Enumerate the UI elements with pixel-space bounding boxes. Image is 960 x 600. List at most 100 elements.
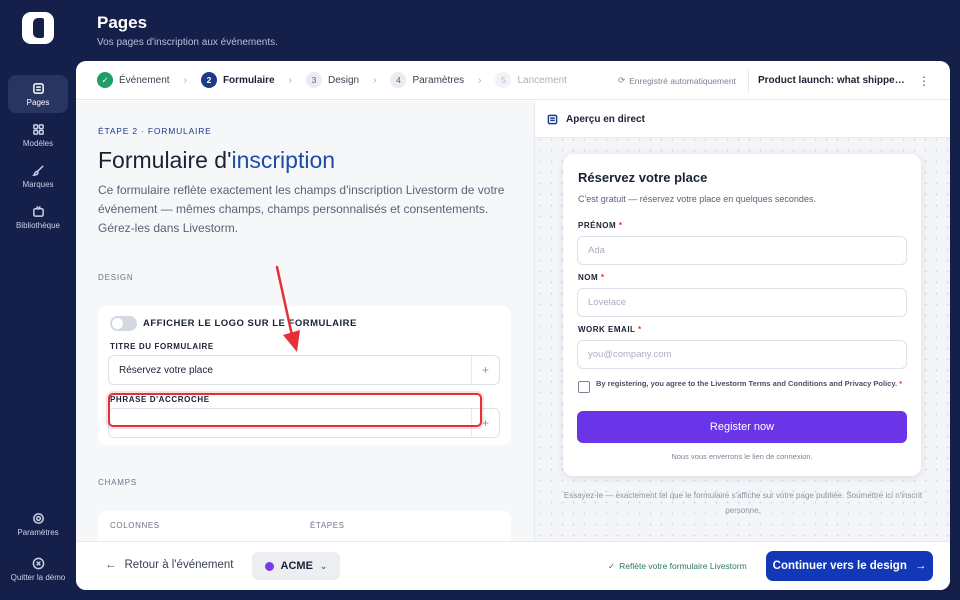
sync-status: ✓ Reflète votre formulaire Livestorm xyxy=(608,561,747,572)
rail-item-marques[interactable]: Marques xyxy=(8,157,68,195)
grid-icon xyxy=(32,123,44,135)
design-section-label: DESIGN xyxy=(98,273,134,282)
step-formulaire[interactable]: 2 Formulaire xyxy=(200,72,275,88)
step-number: 3 xyxy=(305,72,322,88)
event-name: Product launch: what shipped this quarte… xyxy=(758,75,910,86)
left-rail: Pages Modèles Marques Bibliothèque Param… xyxy=(0,0,76,600)
chevron-right-icon: › xyxy=(478,74,482,86)
gear-icon xyxy=(32,512,44,524)
rail-item-label: Pages xyxy=(26,97,50,107)
title-prefix: Formulaire d' xyxy=(98,147,232,173)
check-icon: ✓ xyxy=(608,561,616,571)
app-logo[interactable] xyxy=(22,12,54,44)
form-preview-note: Nous vous enverrons le lien de connexion… xyxy=(671,452,813,461)
arrow-left-icon: ← xyxy=(105,559,117,571)
divider xyxy=(748,70,749,92)
form-title-label: TITRE DU FORMULAIRE xyxy=(110,342,214,351)
sync-status-text: Reflète votre formulaire Livestorm xyxy=(619,561,747,571)
last-name-input[interactable] xyxy=(577,288,907,317)
continue-to-design-button[interactable]: Continuer vers le design → xyxy=(766,551,933,581)
editor-title: Formulaire d'inscription xyxy=(98,147,335,174)
rail-item-modeles[interactable]: Modèles xyxy=(8,116,68,154)
last-name-label: NOM * xyxy=(578,273,605,282)
step-label: Formulaire xyxy=(222,74,275,86)
rail-item-label: Bibliothèque xyxy=(15,220,61,230)
step-number: 5 xyxy=(495,72,512,88)
chevron-down-icon: ⌄ xyxy=(319,560,328,571)
step-eyebrow: ÉTAPE 2 · FORMULAIRE xyxy=(98,126,212,136)
more-options-icon[interactable]: ⋮ xyxy=(916,71,932,91)
back-label: Retour à l'événement xyxy=(124,559,234,571)
consent-checkbox[interactable] xyxy=(578,381,590,393)
footer-bar: ← Retour à l'événement ACME ⌄ ✓ Reflète … xyxy=(76,541,950,590)
step-evenement[interactable]: ✓ Événement xyxy=(97,72,170,88)
step-design[interactable]: 3 Design xyxy=(305,72,360,88)
try-it-note: Essayez-le — exactement tel que le formu… xyxy=(563,491,923,515)
live-preview: Aperçu en direct Réservez votre place C'… xyxy=(534,101,950,541)
page-header: Pages Vos pages d'inscription aux événem… xyxy=(97,13,278,48)
pages-icon xyxy=(32,82,44,94)
annotation-highlight-box xyxy=(108,393,482,427)
autosave-text: Enregistré automatiquement xyxy=(629,75,736,86)
steps-label: ÉTAPES xyxy=(310,521,345,530)
step-number: 4 xyxy=(390,72,407,88)
title-accent: inscription xyxy=(231,147,336,173)
editor-description: Ce formulaire reflète exactement les cha… xyxy=(98,183,505,235)
rail-item-bibliotheque[interactable]: Bibliothèque xyxy=(8,198,68,236)
stepper: ✓ Événement › 2 Formulaire › 3 Design › … xyxy=(76,61,950,100)
fields-panel: COLONNES ÉTAPES xyxy=(98,511,511,541)
editor-card: ✓ Événement › 2 Formulaire › 3 Design › … xyxy=(76,61,950,590)
autosave-status: ⟳ Enregistré automatiquement xyxy=(618,75,736,86)
first-name-label: PRÉNOM * xyxy=(578,221,623,230)
consent-text: By registering, you agree to the Livesto… xyxy=(596,379,903,388)
work-email-input[interactable] xyxy=(577,340,907,369)
arrow-right-icon: → xyxy=(914,560,927,572)
brand-selector[interactable]: ACME ⌄ xyxy=(252,552,340,580)
form-title-field: + xyxy=(108,355,500,385)
register-button[interactable]: Register now xyxy=(577,411,907,443)
form-title-input[interactable] xyxy=(109,356,471,384)
work-email-label: WORK EMAIL * xyxy=(578,325,642,334)
step-label: Lancement xyxy=(517,74,567,86)
brand-color-dot xyxy=(264,561,274,571)
check-icon: ✓ xyxy=(97,72,113,88)
back-to-event-button[interactable]: ← Retour à l'événement xyxy=(105,559,233,571)
brand-name: ACME xyxy=(280,560,313,572)
preview-title: Aperçu en direct xyxy=(566,113,645,125)
chevron-right-icon: › xyxy=(373,74,377,86)
step-lancement: 5 Lancement xyxy=(495,72,567,88)
show-logo-toggle[interactable] xyxy=(110,316,137,331)
form-preview-title: Réservez votre place xyxy=(578,170,708,185)
preview-header: Aperçu en direct xyxy=(535,101,950,138)
chevron-right-icon: › xyxy=(288,74,292,86)
step-parametres[interactable]: 4 Paramètres xyxy=(390,72,464,88)
rail-item-label: Modèles xyxy=(22,138,54,148)
exit-icon xyxy=(32,557,44,569)
chevron-right-icon: › xyxy=(183,74,187,86)
step-label: Paramètres xyxy=(412,74,465,86)
first-name-input[interactable] xyxy=(577,236,907,265)
fields-section-label: CHAMPS xyxy=(98,478,138,487)
add-variable-button[interactable]: + xyxy=(471,356,499,384)
continue-label: Continuer vers le design xyxy=(772,560,907,572)
sync-icon: ⟳ xyxy=(618,75,626,85)
rail-item-label: Paramètres xyxy=(17,527,59,537)
brush-icon xyxy=(31,164,44,176)
rail-item-settings[interactable]: Paramètres xyxy=(8,505,68,543)
step-number: 2 xyxy=(200,72,217,88)
rail-item-label: Marques xyxy=(22,179,54,189)
page-title: Pages xyxy=(97,13,148,32)
registration-form-preview: Réservez votre place C'est gratuit — rés… xyxy=(563,154,921,476)
tv-icon xyxy=(32,205,44,217)
form-preview-subtitle: C'est gratuit — réservez votre place en … xyxy=(578,194,816,204)
rail-item-label: Quitter la démo xyxy=(10,572,66,582)
columns-label: COLONNES xyxy=(110,521,160,530)
page-subtitle: Vos pages d'inscription aux événements. xyxy=(97,37,278,48)
step-label: Événement xyxy=(119,74,170,86)
form-icon xyxy=(547,114,558,124)
step-label: Design xyxy=(327,74,360,86)
rail-item-pages[interactable]: Pages xyxy=(8,75,68,113)
form-editor: ÉTAPE 2 · FORMULAIRE Formulaire d'inscri… xyxy=(76,101,534,541)
show-logo-label: AFFICHER LE LOGO SUR LE FORMULAIRE xyxy=(143,318,357,329)
rail-item-quit-demo[interactable]: Quitter la démo xyxy=(8,550,68,588)
